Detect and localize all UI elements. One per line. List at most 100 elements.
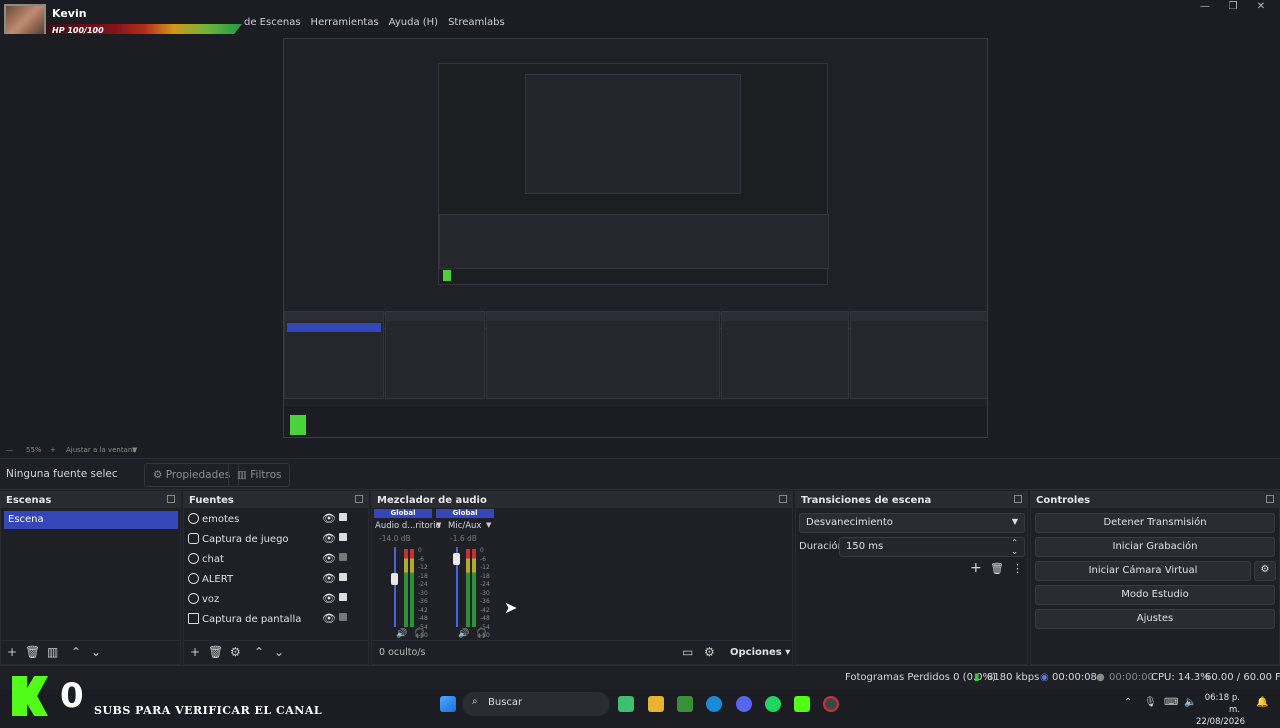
trash-icon[interactable]: 🗑: [990, 562, 1004, 575]
spotify-icon[interactable]: [765, 696, 781, 712]
eye-icon[interactable]: 👁: [322, 532, 336, 545]
notification-icon[interactable]: 🔔: [1256, 697, 1268, 708]
layout-icon[interactable]: ▭: [682, 645, 693, 659]
menu-streamlabs[interactable]: Streamlabs: [448, 17, 505, 28]
preview-canvas[interactable]: [283, 38, 988, 438]
move-down-icon[interactable]: ⌄: [274, 645, 284, 659]
scale-label: -36: [480, 598, 490, 605]
microphone-icon[interactable]: 🎙: [1144, 697, 1157, 708]
link-icon[interactable]: ⚙: [704, 645, 715, 659]
source-item[interactable]: Captura de pantalla 👁: [184, 611, 354, 629]
file-explorer-icon[interactable]: [648, 696, 664, 712]
menu-help[interactable]: Ayuda (H): [389, 17, 438, 28]
fader-knob[interactable]: [453, 553, 460, 565]
scene-item[interactable]: Escena: [4, 511, 178, 529]
chevron-down-icon[interactable]: ▼: [132, 446, 137, 454]
source-item[interactable]: voz 👁: [184, 591, 354, 609]
edge-icon[interactable]: [706, 696, 722, 712]
fader-knob[interactable]: [391, 573, 398, 585]
popout-icon[interactable]: [1266, 495, 1274, 503]
start-recording-button[interactable]: Iniciar Grabación: [1035, 537, 1275, 557]
chevron-down-icon[interactable]: ▼: [486, 521, 491, 529]
source-item[interactable]: emotes 👁: [184, 511, 354, 529]
widgets-icon[interactable]: [618, 696, 634, 712]
lock-icon[interactable]: [339, 613, 347, 621]
obs-icon[interactable]: [823, 696, 839, 712]
bitrate: 8180 kbps: [987, 672, 1040, 683]
eye-icon[interactable]: 👁: [322, 592, 336, 605]
channel-name[interactable]: Mic/Aux: [448, 521, 481, 531]
popout-icon[interactable]: [779, 495, 787, 503]
close-icon[interactable]: ✕: [1244, 0, 1278, 16]
scale-label: -36: [418, 598, 428, 605]
duration-input[interactable]: 150 ms ⌃ ⌄: [839, 537, 1025, 557]
menu-scenes[interactable]: de Escenas: [244, 17, 301, 28]
add-icon[interactable]: +: [190, 645, 200, 659]
globe-icon: [188, 573, 199, 584]
scale-label: -6: [418, 555, 424, 563]
start-virtual-camera-button[interactable]: Iniciar Cámara Virtual: [1035, 561, 1251, 581]
kick-app-icon[interactable]: [794, 696, 810, 712]
windows-start-icon[interactable]: [440, 696, 456, 712]
zoom-fit[interactable]: Ajustar a la ventana: [66, 446, 137, 454]
lock-icon[interactable]: [339, 573, 347, 581]
lock-icon[interactable]: [339, 593, 347, 601]
source-item[interactable]: Captura de juego 👁: [184, 531, 354, 549]
move-down-icon[interactable]: ⌄: [91, 645, 101, 659]
speaker-icon[interactable]: 🔊: [396, 629, 407, 639]
properties-button[interactable]: ⚙ Propiedades: [144, 463, 240, 487]
eye-icon[interactable]: 👁: [322, 612, 336, 625]
gear-icon[interactable]: ⚙: [230, 645, 241, 659]
stop-streaming-button[interactable]: Detener Transmisión: [1035, 513, 1275, 533]
lock-icon[interactable]: [339, 533, 347, 541]
mixer-channel-mic: Global Mic/Aux ▼ -1.6 dB 0 -6 -12 -18 -24 -30…: [436, 509, 496, 639]
spinner-icon[interactable]: ⌃ ⌄: [1011, 538, 1018, 556]
zoom-out-icon[interactable]: —: [6, 446, 13, 454]
trash-icon[interactable]: 🗑: [208, 645, 223, 659]
channel-name[interactable]: Audio d...ritorio: [375, 521, 441, 531]
eye-icon[interactable]: 👁: [322, 572, 336, 585]
settings-button[interactable]: Ajustes: [1035, 609, 1275, 629]
source-item[interactable]: chat 👁: [184, 551, 354, 569]
eye-icon[interactable]: 👁: [322, 552, 336, 565]
lock-icon[interactable]: [339, 513, 347, 521]
taskbar-search[interactable]: ⌕ Buscar: [462, 692, 610, 716]
sources-title-text: Fuentes: [189, 495, 234, 506]
speaker-icon[interactable]: 🔊: [458, 629, 469, 639]
options-button[interactable]: Opciones ▾: [730, 647, 790, 658]
add-icon[interactable]: +: [970, 560, 982, 576]
move-up-icon[interactable]: ⌃: [71, 645, 81, 659]
lock-icon[interactable]: [339, 553, 347, 561]
transitions-title-text: Transiciones de escena: [801, 495, 932, 506]
filters-button[interactable]: ▥ Filtros: [228, 463, 291, 487]
headphones-icon[interactable]: 🎧: [414, 629, 425, 639]
zoom-level[interactable]: 55%: [26, 446, 42, 454]
transition-select[interactable]: Desvanecimiento ▼: [799, 513, 1025, 533]
excel-icon[interactable]: [677, 696, 693, 712]
add-icon[interactable]: +: [7, 645, 17, 659]
live-icon: ◉: [1040, 672, 1049, 683]
clock-time: 06:18 p. m.: [1204, 693, 1240, 715]
menu-tools[interactable]: Herramientas: [311, 17, 379, 28]
source-label: chat: [202, 554, 224, 565]
tray-chevron-icon[interactable]: ⌃: [1124, 697, 1132, 708]
studio-mode-button[interactable]: Modo Estudio: [1035, 585, 1275, 605]
move-up-icon[interactable]: ⌃: [254, 645, 264, 659]
popout-icon[interactable]: [167, 495, 175, 503]
volume-fader[interactable]: [394, 547, 396, 627]
popout-icon[interactable]: [1014, 495, 1022, 503]
trash-icon[interactable]: 🗑: [25, 645, 40, 659]
zoom-in-icon[interactable]: +: [50, 446, 56, 454]
discord-icon[interactable]: [736, 696, 752, 712]
gear-icon[interactable]: ⚙: [1254, 561, 1276, 581]
clock[interactable]: 06:18 p. m. 22/08/2026: [1196, 692, 1245, 728]
source-item[interactable]: ALERT 👁: [184, 571, 354, 589]
eye-icon[interactable]: 👁: [322, 512, 336, 525]
sub-count: 0: [60, 676, 84, 716]
filter-icon[interactable]: ▥: [47, 645, 58, 659]
more-icon[interactable]: ⋮: [1012, 562, 1023, 575]
popout-icon[interactable]: [355, 495, 363, 503]
volume-icon[interactable]: 🔈: [1184, 697, 1196, 708]
keyboard-icon[interactable]: ⌨: [1164, 697, 1178, 708]
headphones-icon[interactable]: 🎧: [476, 629, 487, 639]
